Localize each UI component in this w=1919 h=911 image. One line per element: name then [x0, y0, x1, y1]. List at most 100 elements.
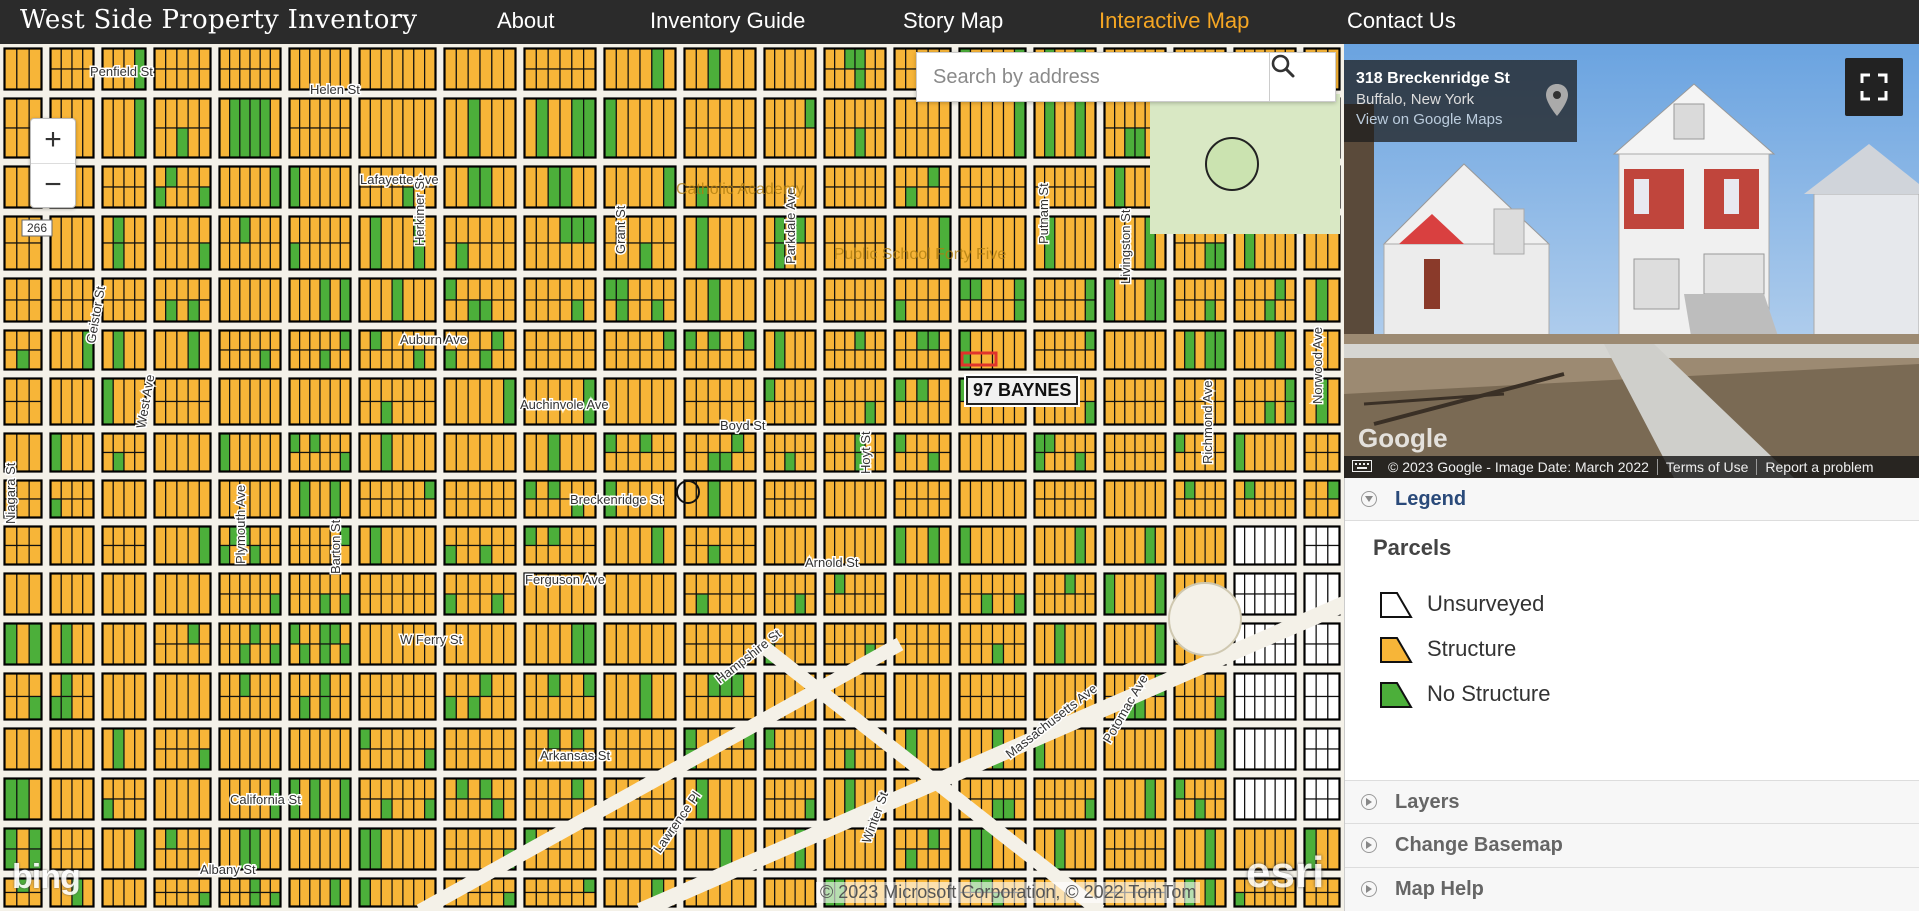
- parcel[interactable]: [165, 572, 178, 616]
- parcel[interactable]: [358, 572, 371, 595]
- parcel[interactable]: [198, 299, 212, 323]
- parcel[interactable]: [1254, 432, 1266, 473]
- parcel[interactable]: [288, 622, 301, 645]
- parcel[interactable]: [1284, 329, 1297, 371]
- parcel[interactable]: [165, 777, 178, 821]
- parcel[interactable]: [1074, 215, 1086, 271]
- parcel[interactable]: [743, 622, 757, 645]
- parcel[interactable]: [218, 377, 231, 426]
- parcel[interactable]: [1315, 432, 1329, 454]
- parcel[interactable]: [1274, 727, 1286, 771]
- parcel[interactable]: [259, 727, 271, 771]
- parcel[interactable]: [380, 727, 393, 750]
- parcel[interactable]: [683, 47, 697, 91]
- parcel[interactable]: [269, 643, 282, 666]
- parcel[interactable]: [1315, 277, 1329, 323]
- parcel[interactable]: [112, 572, 125, 616]
- parcel[interactable]: [391, 827, 404, 871]
- parcel[interactable]: [269, 242, 282, 271]
- parcel[interactable]: [905, 622, 918, 645]
- parcel[interactable]: [535, 525, 549, 547]
- parcel[interactable]: [1064, 299, 1076, 323]
- parcel[interactable]: [1124, 97, 1136, 129]
- parcel[interactable]: [583, 622, 597, 666]
- parcel[interactable]: [1124, 451, 1136, 473]
- parcel[interactable]: [707, 695, 721, 721]
- parcel[interactable]: [1327, 827, 1341, 871]
- parcel[interactable]: [559, 777, 573, 800]
- parcel[interactable]: [1074, 97, 1086, 159]
- parcel[interactable]: [969, 672, 983, 698]
- parcel[interactable]: [695, 400, 709, 426]
- parcel[interactable]: [259, 377, 271, 426]
- parcel[interactable]: [1264, 299, 1276, 323]
- parcel[interactable]: [329, 877, 341, 908]
- parcel[interactable]: [864, 215, 876, 244]
- parcel[interactable]: [938, 672, 952, 721]
- parcel[interactable]: [101, 877, 114, 908]
- parcel[interactable]: [358, 525, 371, 566]
- parcel[interactable]: [1244, 277, 1256, 301]
- parcel[interactable]: [112, 777, 125, 800]
- parcel[interactable]: [639, 672, 653, 721]
- parcel[interactable]: [259, 525, 271, 547]
- parcel[interactable]: [123, 277, 136, 301]
- parcel[interactable]: [503, 622, 517, 666]
- parcel[interactable]: [165, 127, 178, 159]
- parcel[interactable]: [731, 377, 745, 403]
- parcel[interactable]: [559, 672, 573, 698]
- parcel[interactable]: [443, 165, 457, 209]
- parcel[interactable]: [958, 277, 972, 301]
- parcel[interactable]: [249, 377, 261, 426]
- parcel[interactable]: [329, 451, 341, 473]
- parcel[interactable]: [559, 47, 573, 70]
- parcel[interactable]: [905, 329, 918, 351]
- parcel[interactable]: [916, 479, 929, 500]
- parcel[interactable]: [1194, 777, 1206, 800]
- parcel[interactable]: [547, 798, 561, 821]
- parcel[interactable]: [299, 525, 311, 547]
- parcel[interactable]: [1303, 451, 1317, 473]
- parcel[interactable]: [443, 827, 457, 850]
- parcel[interactable]: [319, 672, 331, 698]
- parcel[interactable]: [49, 622, 62, 666]
- parcel[interactable]: [153, 848, 167, 871]
- parcel[interactable]: [358, 593, 371, 616]
- parcel[interactable]: [864, 277, 876, 301]
- parcel[interactable]: [1124, 622, 1136, 666]
- parcel[interactable]: [627, 827, 641, 850]
- parcel[interactable]: [823, 479, 836, 519]
- parcel[interactable]: [1214, 277, 1227, 301]
- parcel[interactable]: [229, 695, 241, 721]
- parcel[interactable]: [958, 97, 972, 159]
- parcel[interactable]: [123, 215, 136, 244]
- parcel[interactable]: [249, 877, 261, 894]
- parcel[interactable]: [916, 127, 929, 159]
- parcel[interactable]: [547, 68, 561, 91]
- parcel[interactable]: [71, 479, 84, 500]
- parcel[interactable]: [299, 877, 311, 908]
- parcel[interactable]: [559, 622, 573, 666]
- parcel[interactable]: [1327, 877, 1341, 894]
- parcel[interactable]: [358, 400, 371, 426]
- parcel[interactable]: [1303, 277, 1317, 323]
- parcel[interactable]: [402, 748, 415, 771]
- parcel[interactable]: [239, 891, 251, 908]
- parcel[interactable]: [269, 68, 282, 91]
- parcel[interactable]: [309, 165, 321, 209]
- parcel[interactable]: [1124, 479, 1136, 519]
- parcel[interactable]: [1154, 848, 1167, 871]
- parcel[interactable]: [1204, 277, 1216, 301]
- parcel[interactable]: [165, 525, 178, 566]
- parcel[interactable]: [443, 479, 457, 500]
- parcel[interactable]: [187, 215, 200, 244]
- parcel[interactable]: [774, 432, 786, 454]
- parcel[interactable]: [731, 525, 745, 547]
- parcel[interactable]: [804, 622, 817, 645]
- parcel[interactable]: [1184, 827, 1196, 871]
- parcel[interactable]: [958, 643, 972, 666]
- parcel[interactable]: [731, 544, 745, 566]
- parcel[interactable]: [719, 451, 733, 473]
- parcel[interactable]: [683, 97, 697, 129]
- parcel[interactable]: [583, 299, 597, 323]
